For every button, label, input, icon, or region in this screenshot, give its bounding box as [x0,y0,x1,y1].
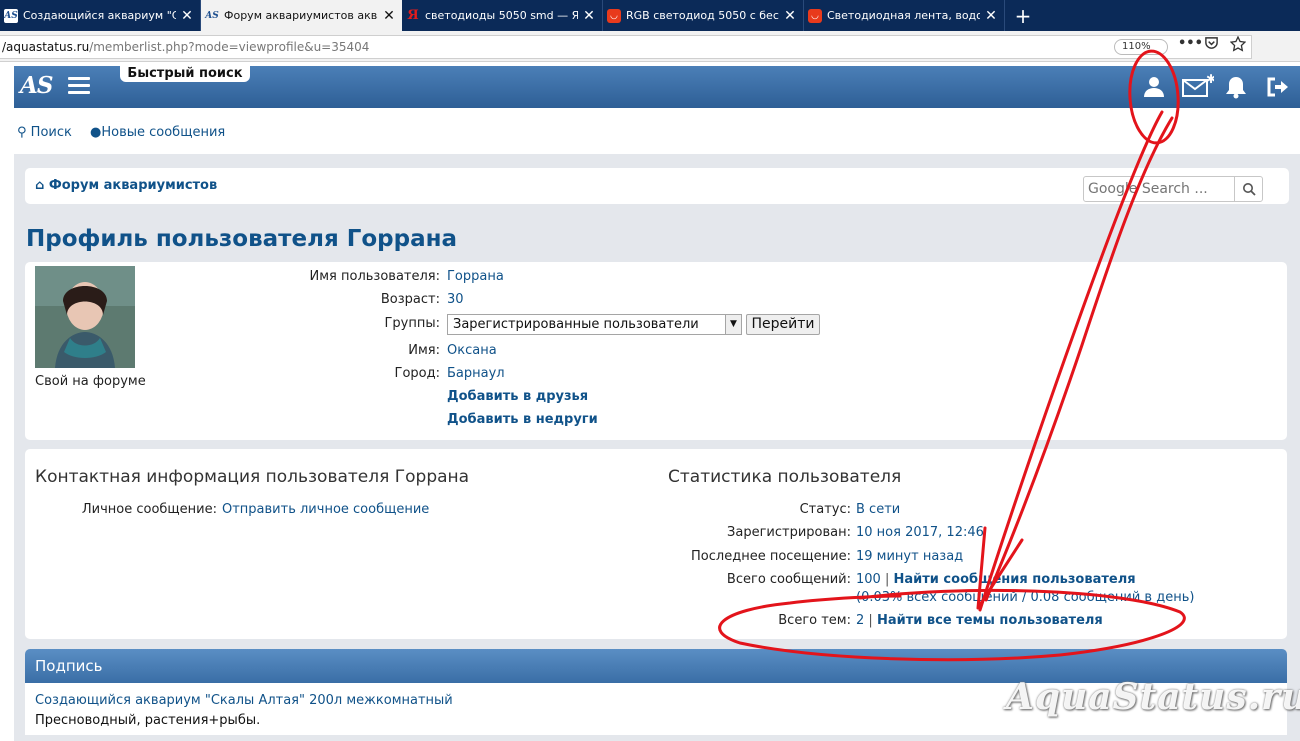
browser-tab-4[interactable]: ◡ RGB светодиод 5050 с бесплат ✕ [603,0,804,31]
site-watermark: AquaStatus.ru [1006,676,1300,718]
menu-hamburger-icon[interactable] [68,77,90,95]
url-field[interactable]: /aquastatus.ru/memberlist.php?mode=viewp… [0,35,1252,59]
registered-label: Зарегистрирован: [727,525,851,540]
tab-title: светодиоды 5050 smd — Яндек [425,9,578,22]
last-visit-label: Последнее посещение: [691,549,851,564]
close-tab-icon[interactable]: ✕ [783,8,797,24]
search-link[interactable]: ⚲ Поиск [17,125,72,140]
groups-selected-value: Зарегистрированные пользователи [453,317,699,332]
notifications-bell-icon[interactable] [1225,75,1247,103]
add-friend-link[interactable]: Добавить в друзья [447,389,588,404]
go-button[interactable]: Перейти [746,314,820,335]
tab-title: Форум аквариумистов аквари [224,9,378,22]
close-tab-icon[interactable]: ✕ [984,8,998,24]
posts-label: Всего сообщений: [726,572,851,587]
dropdown-arrow-icon[interactable]: ▼ [725,315,741,334]
site-logo[interactable]: AS [20,72,53,99]
url-domain: /aquastatus.ru [2,40,90,54]
search-link-label: Поиск [30,125,72,140]
quick-links: ⚲ Поиск ●Новые сообщения [17,125,239,140]
registered-value: 10 ноя 2017, 12:46 [856,525,984,540]
pm-label: Личное сообщение: [81,502,217,517]
status-value: В сети [856,502,901,517]
username-label: Имя пользователя: [309,269,440,284]
new-posts-link[interactable]: ●Новые сообщения [90,125,225,140]
as-favicon-icon: AS [4,8,18,23]
separator: | [884,572,890,587]
page-actions-menu-icon[interactable]: ••• [1178,36,1203,51]
zoom-level-badge[interactable]: 110% [1114,39,1168,55]
profile-panel [25,262,1287,440]
send-pm-link[interactable]: Отправить личное сообщение [222,502,429,517]
speech-bubble-icon: ● [90,125,102,140]
page-title: Профиль пользователя Горрана [26,226,458,252]
city-label: Город: [394,366,440,381]
topics-label: Всего тем: [778,613,851,628]
home-icon: ⌂ [35,178,45,193]
close-tab-icon[interactable]: ✕ [180,8,194,24]
separator: | [868,613,873,628]
browser-tab-5[interactable]: ◡ Светодиодная лента, водонеп ✕ [804,0,1005,31]
quick-search-tab[interactable]: Быстрый поиск [120,66,250,82]
posts-line: 100 | Найти сообщения пользователя [856,572,1136,587]
age-label: Возраст: [380,292,440,307]
stats-heading: Статистика пользователя [668,467,902,487]
svg-text:✱: ✱ [1206,74,1214,86]
bookmark-star-icon[interactable] [1229,35,1247,56]
site-header: AS Быстрый поиск ✱ [14,66,1300,108]
tab-title: RGB светодиод 5050 с бесплат [626,9,779,22]
contact-heading: Контактная информация пользователя Горра… [35,467,470,487]
last-visit-value: 19 минут назад [856,549,964,564]
google-search-input[interactable] [1084,177,1232,201]
user-rank: Свой на форуме [35,374,146,389]
url-path: /memberlist.php?mode=viewprofile&u=35404 [89,40,370,54]
signature-link[interactable]: Создающийся аквариум "Скалы Алтая" 200л … [35,693,453,708]
browser-tab-strip: AS Создающийся аквариум "Ска ✕ AS Форум … [0,0,1300,31]
posts-count: 100 [856,572,881,587]
user-avatar [35,266,135,368]
tab-title: Создающийся аквариум "Ска [23,9,176,22]
topics-line: 2 | Найти все темы пользователя [856,613,1103,628]
city-value: Барнаул [447,366,505,381]
find-posts-link[interactable]: Найти сообщения пользователя [894,572,1136,587]
search-icon: ⚲ [17,125,27,140]
as-favicon-icon: AS [205,10,219,21]
logout-icon[interactable] [1266,76,1290,102]
magnifier-icon [1242,183,1256,196]
private-messages-icon[interactable]: ✱ [1182,72,1216,102]
tab-title: Светодиодная лента, водонеп [827,9,980,22]
yandex-favicon-icon: Я [407,8,419,23]
aliexpress-favicon-icon: ◡ [808,8,822,23]
pocket-icon[interactable] [1204,36,1219,55]
name-label: Имя: [408,343,440,358]
aliexpress-favicon-icon: ◡ [607,8,621,23]
find-topics-link[interactable]: Найти все темы пользователя [877,613,1103,628]
search-submit-button[interactable] [1234,177,1262,201]
posts-detail: (0.03% всех сообщений / 0.08 сообщений в… [856,590,1195,605]
close-tab-icon[interactable]: ✕ [582,8,596,24]
breadcrumb-home-label: Форум аквариумистов [48,178,218,193]
browser-tab-2-active[interactable]: AS Форум аквариумистов аквари ✕ [201,0,402,31]
user-profile-icon[interactable] [1142,76,1166,102]
add-foe-link[interactable]: Добавить в недруги [447,412,598,427]
address-bar-row: /aquastatus.ru/memberlist.php?mode=viewp… [0,31,1300,62]
google-search-box [1083,176,1263,202]
breadcrumb-home-link[interactable]: ⌂ Форум аквариумистов [35,178,217,193]
topics-count: 2 [856,613,865,628]
groups-label: Группы: [384,316,440,331]
username-value[interactable]: Горрана [447,269,504,284]
new-tab-button[interactable]: + [1005,0,1041,31]
close-tab-icon[interactable]: ✕ [382,8,396,24]
age-value: 30 [447,292,464,307]
signature-text: Пресноводный, растения+рыбы. [35,713,261,728]
groups-select[interactable]: Зарегистрированные пользователи ▼ [447,314,742,335]
status-label: Статус: [799,502,851,517]
browser-tab-1[interactable]: AS Создающийся аквариум "Ска ✕ [0,0,201,31]
name-value: Оксана [447,343,497,358]
new-posts-label: Новые сообщения [101,125,226,140]
browser-tab-3[interactable]: Я светодиоды 5050 smd — Яндек ✕ [402,0,603,31]
